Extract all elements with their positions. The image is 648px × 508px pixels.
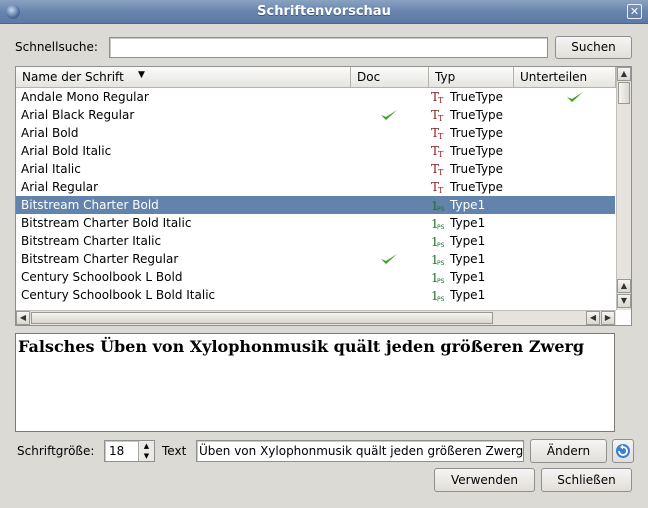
close-icon[interactable]: ✕	[627, 4, 642, 19]
column-header-subset[interactable]: Unterteilen	[514, 67, 616, 88]
table-row[interactable]: Arial Regular T T TrueType	[16, 178, 615, 196]
size-label: Schriftgröße:	[17, 444, 95, 458]
size-value: 18	[109, 444, 125, 458]
type1-icon: 1 PS	[431, 270, 447, 285]
table-row[interactable]: Bitstream Charter Bold Italic 1 PS Type1	[16, 214, 615, 232]
titlebar: Schriftenvorschau ✕	[0, 0, 648, 24]
truetype-icon: TT	[431, 180, 447, 195]
table-row[interactable]: Bitstream Charter Italic 1 PS Type1	[16, 232, 615, 250]
table-row[interactable]: Bitstream Charter Bold 1 PS Type1	[16, 196, 615, 214]
svg-text:PS: PS	[437, 278, 445, 284]
font-name: Andale Mono Regular	[21, 90, 149, 104]
truetype-icon: TT	[431, 144, 447, 159]
type1-icon: 1 PS	[431, 216, 447, 231]
table-row[interactable]: Arial Italic T T TrueType	[16, 160, 615, 178]
svg-text:T: T	[438, 168, 444, 176]
scroll-left-button-right[interactable]: ◀	[586, 311, 600, 325]
search-input[interactable]	[109, 37, 548, 58]
font-name: Bitstream Charter Bold Italic	[21, 216, 192, 230]
column-header-doc[interactable]: Doc	[351, 67, 429, 88]
font-type: TrueType	[450, 180, 504, 194]
table-rows: Andale Mono Regular T T TrueType Arial Black…	[16, 88, 615, 304]
table-row[interactable]: Andale Mono Regular T T TrueType	[16, 88, 615, 106]
svg-text:T: T	[438, 186, 444, 194]
checkmark-icon	[566, 91, 584, 103]
font-type: TrueType	[450, 126, 504, 140]
checkmark-icon	[380, 253, 398, 265]
table-row[interactable]: Arial Bold T T TrueType	[16, 124, 615, 142]
table-row[interactable]: Arial Bold Italic T T TrueType	[16, 142, 615, 160]
scroll-up-button-lower[interactable]: ▲	[617, 279, 631, 293]
truetype-icon: TT	[431, 162, 447, 177]
table-row[interactable]: Century Schoolbook L Bold 1 PS Type1	[16, 268, 615, 286]
svg-text:PS: PS	[437, 296, 445, 302]
font-type: TrueType	[450, 90, 504, 104]
spin-up-button[interactable]: ▲	[138, 441, 154, 451]
horizontal-scrollbar[interactable]: ◀ ◀ ▶	[16, 310, 616, 325]
font-name: Arial Italic	[21, 162, 81, 176]
font-name: Bitstream Charter Regular	[21, 252, 179, 266]
font-type: Type1	[450, 252, 486, 266]
svg-text:T: T	[438, 96, 444, 104]
type1-icon: 1 PS	[431, 288, 447, 303]
font-type: Type1	[450, 216, 486, 230]
font-name: Century Schoolbook L Bold	[21, 270, 183, 284]
type1-icon: 1 PS	[431, 234, 447, 249]
svg-text:T: T	[438, 132, 444, 140]
font-type: Type1	[450, 198, 486, 212]
font-type: Type1	[450, 270, 486, 284]
scroll-up-button[interactable]: ▲	[617, 67, 631, 81]
column-header-name[interactable]: Name der Schrift ▼	[16, 67, 351, 88]
spin-down-button[interactable]: ▼	[138, 451, 154, 461]
table-row[interactable]: Century Schoolbook L Bold Italic 1 PS Type1	[16, 286, 615, 304]
window-title: Schriftenvorschau	[257, 4, 391, 19]
font-type: Type1	[450, 234, 486, 248]
font-preview: Falsches Üben von Xylophonmusik quält je…	[15, 333, 615, 432]
svg-text:PS: PS	[437, 224, 445, 230]
size-spinbox[interactable]: 18 ▲ ▼	[104, 440, 155, 462]
preview-text-input[interactable]: Üben von Xylophonmusik quält jeden größe…	[196, 440, 524, 462]
truetype-icon: TT	[431, 90, 447, 105]
svg-text:PS: PS	[437, 260, 445, 266]
vertical-scroll-thumb[interactable]	[618, 82, 630, 104]
search-label: Schnellsuche:	[15, 40, 98, 54]
font-type: TrueType	[450, 162, 504, 176]
scroll-left-button[interactable]: ◀	[16, 311, 30, 325]
table-row[interactable]: Bitstream Charter Regular 1 PS Type1	[16, 250, 615, 268]
font-name: Arial Bold Italic	[21, 144, 112, 158]
font-table[interactable]: Name der Schrift ▼ Doc Typ Unterteilen A…	[15, 66, 632, 326]
svg-text:T: T	[438, 114, 444, 122]
vertical-scrollbar[interactable]: ▲ ▲ ▼	[616, 67, 631, 310]
checkmark-icon	[380, 109, 398, 121]
font-type: Type1	[450, 288, 486, 302]
preview-text-value: Üben von Xylophonmusik quält jeden größe…	[199, 444, 524, 458]
horizontal-scroll-thumb[interactable]	[31, 312, 493, 324]
font-type: TrueType	[450, 144, 504, 158]
font-name: Arial Bold	[21, 126, 79, 140]
table-row[interactable]: Arial Black Regular T T TrueType	[16, 106, 615, 124]
reset-icon[interactable]	[612, 439, 634, 463]
font-name: Bitstream Charter Italic	[21, 234, 162, 248]
change-button[interactable]: Ändern	[530, 439, 607, 463]
font-name: Arial Regular	[21, 180, 99, 194]
type1-icon: 1 PS	[431, 198, 447, 213]
font-name: Arial Black Regular	[21, 108, 135, 122]
apply-button[interactable]: Verwenden	[434, 468, 535, 492]
font-name: Bitstream Charter Bold	[21, 198, 159, 212]
scroll-right-button[interactable]: ▶	[601, 311, 615, 325]
scroll-down-button[interactable]: ▼	[617, 294, 631, 308]
svg-text:PS: PS	[437, 242, 445, 248]
font-name: Century Schoolbook L Bold Italic	[21, 288, 216, 302]
truetype-icon: TT	[431, 126, 447, 141]
chevron-down-icon: ▼	[138, 70, 145, 80]
type1-icon: 1 PS	[431, 252, 447, 267]
svg-text:PS: PS	[437, 206, 445, 212]
svg-text:T: T	[438, 150, 444, 158]
truetype-icon: TT	[431, 108, 447, 123]
search-button[interactable]: Suchen	[555, 36, 632, 59]
text-label: Text	[162, 444, 187, 458]
column-header-type[interactable]: Typ	[429, 67, 514, 88]
close-button[interactable]: Schließen	[541, 468, 632, 492]
font-type: TrueType	[450, 108, 504, 122]
